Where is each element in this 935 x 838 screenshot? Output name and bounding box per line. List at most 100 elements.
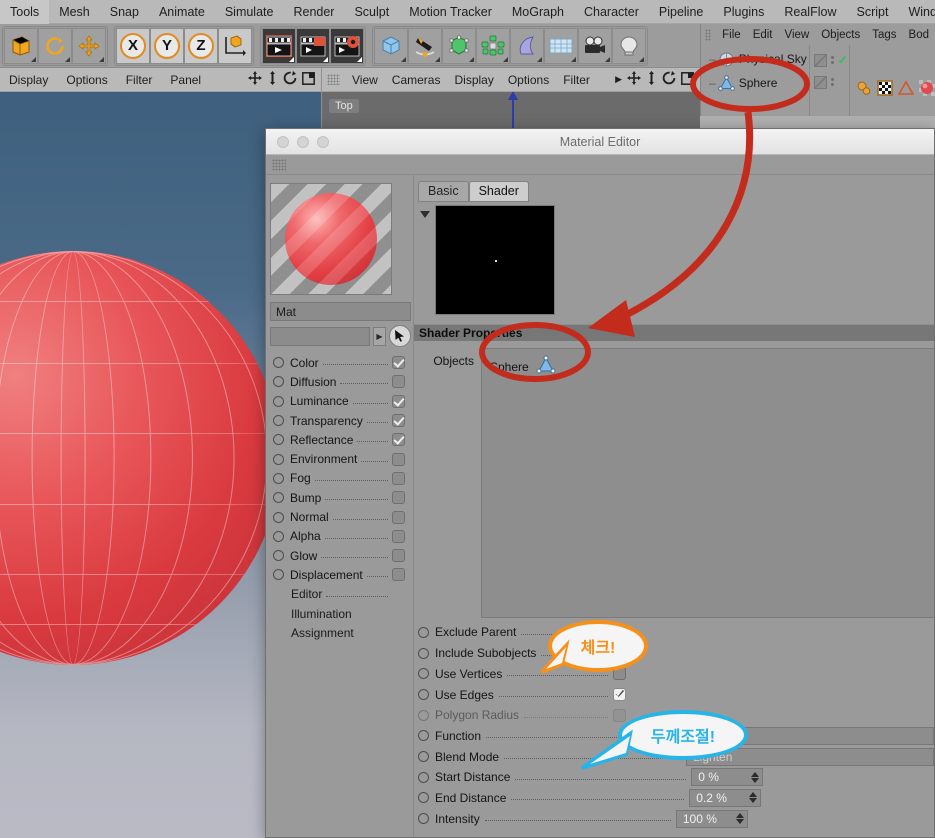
objmgr-menu-tags[interactable]: Tags [866, 29, 902, 41]
object-row-physical-sky[interactable]: – Physical Sky [701, 47, 809, 71]
channel-diffusion[interactable]: Diffusion [273, 372, 413, 391]
param-intensity[interactable]: Intensity 100 % [418, 808, 934, 829]
channel-transparency[interactable]: Transparency [273, 411, 413, 430]
param-include-subobjects[interactable]: Include Subobjects [418, 643, 934, 664]
deformer-icon[interactable] [476, 27, 510, 64]
zoom-view-icon[interactable] [646, 71, 657, 88]
menu-item-pipeline[interactable]: Pipeline [649, 0, 713, 24]
objects-entry-sphere[interactable]: Sphere [490, 355, 934, 378]
menu-item-snap[interactable]: Snap [100, 0, 149, 24]
menu-item-animate[interactable]: Animate [149, 0, 215, 24]
param-radio[interactable] [418, 751, 429, 763]
shader-preview[interactable] [435, 205, 555, 315]
objmgr-menu-objects[interactable]: Objects [815, 29, 866, 41]
intensity-stepper[interactable] [735, 813, 747, 825]
channel-normal[interactable]: Normal [273, 507, 413, 526]
render-view-icon[interactable] [262, 27, 296, 64]
channel-radio[interactable] [273, 453, 284, 465]
channel-displacement[interactable]: Displacement [273, 565, 413, 584]
param-use-edges[interactable]: Use Edges [418, 684, 934, 705]
axis-y-button[interactable]: Y [150, 27, 184, 64]
material-name-field[interactable]: Mat [270, 302, 411, 321]
visibility-cell-row1[interactable]: ✓ [810, 49, 849, 71]
menu-item-mograph[interactable]: MoGraph [502, 0, 574, 24]
cube-primitive-icon[interactable] [374, 27, 408, 64]
world-object-axis-icon[interactable] [218, 27, 252, 64]
material-preview[interactable] [270, 183, 392, 295]
texture-tag-icon[interactable] [877, 80, 893, 101]
rotate-view-icon[interactable] [283, 71, 297, 88]
vp-left-menu-options[interactable]: Options [57, 73, 116, 87]
objects-dropzone[interactable]: Sphere [481, 348, 934, 618]
channel-radio[interactable] [273, 357, 284, 369]
zoom-view-icon[interactable] [267, 71, 278, 88]
pan-view-icon[interactable] [248, 71, 262, 88]
layer-swatch-icon[interactable] [813, 53, 827, 67]
collapse-triangle-icon[interactable] [420, 211, 430, 218]
channel-radio[interactable] [273, 550, 284, 562]
param-radio[interactable] [418, 771, 429, 783]
param-radio[interactable] [418, 689, 429, 701]
channel-editor[interactable]: Editor [273, 585, 413, 604]
rotate-view-icon[interactable] [662, 71, 676, 88]
param-radio[interactable] [418, 730, 429, 742]
generator-icon[interactable] [442, 27, 476, 64]
channel-checkbox[interactable] [392, 452, 405, 466]
objmgr-menu-view[interactable]: View [779, 29, 816, 41]
param-checkbox[interactable] [613, 688, 626, 702]
bend-object-icon[interactable] [510, 27, 544, 64]
maximize-view-icon[interactable] [681, 71, 694, 88]
objmgr-menu-bodies[interactable]: Bod [903, 29, 935, 41]
param-radio[interactable] [418, 647, 429, 659]
floor-environment-icon[interactable] [544, 27, 578, 64]
menu-item-plugins[interactable]: Plugins [713, 0, 774, 24]
menu-item-tools[interactable]: Tools [0, 0, 50, 24]
param-use-vertices[interactable]: Use Vertices [418, 664, 934, 685]
tab-basic[interactable]: Basic [418, 181, 469, 202]
menu-item-motion-tracker[interactable]: Motion Tracker [399, 0, 502, 24]
channel-radio[interactable] [273, 569, 284, 581]
vp-right-menu-filter[interactable]: Filter [556, 73, 597, 87]
param-start-distance[interactable]: Start Distance 0 % [418, 767, 934, 788]
menu-item-mesh[interactable]: Mesh [49, 0, 100, 24]
param-radio[interactable] [418, 792, 429, 804]
channel-radio[interactable] [273, 511, 284, 523]
tab-shader[interactable]: Shader [468, 181, 529, 202]
material-path-field[interactable] [270, 326, 370, 346]
vp-right-menu-display[interactable]: Display [447, 73, 500, 87]
channel-bump[interactable]: Bump [273, 488, 413, 507]
menu-item-character[interactable]: Character [574, 0, 649, 24]
channel-alpha[interactable]: Alpha [273, 527, 413, 546]
channel-checkbox[interactable] [392, 491, 405, 505]
panel-grip-icon[interactable] [705, 28, 712, 41]
axis-x-button[interactable]: X [116, 27, 150, 64]
chevron-right-icon[interactable]: ▶ [373, 326, 386, 346]
channel-checkbox[interactable] [392, 471, 405, 485]
menu-item-simulate[interactable]: Simulate [215, 0, 284, 24]
channel-checkbox[interactable] [392, 510, 405, 524]
channel-radio[interactable] [273, 492, 284, 504]
panel-grip-icon[interactable] [327, 74, 340, 85]
spline-pen-icon[interactable] [408, 27, 442, 64]
param-end-distance[interactable]: End Distance 0.2 % [418, 788, 934, 809]
viewport-name-badge[interactable]: Top [329, 99, 359, 113]
channel-checkbox[interactable] [392, 375, 405, 389]
object-row-sphere[interactable]: – Sphere [701, 71, 809, 95]
end-distance-stepper[interactable] [749, 792, 760, 804]
visibility-dots-icon[interactable] [830, 56, 834, 64]
channel-color[interactable]: Color [273, 353, 413, 372]
channel-illumination[interactable]: Illumination [273, 604, 413, 623]
menu-item-sculpt[interactable]: Sculpt [344, 0, 399, 24]
channel-checkbox[interactable] [392, 549, 405, 563]
panel-grip-icon[interactable] [272, 158, 286, 171]
channel-radio[interactable] [273, 415, 284, 427]
channel-checkbox[interactable] [392, 394, 405, 408]
channel-radio[interactable] [273, 530, 284, 542]
render-region-icon[interactable] [296, 27, 330, 64]
maximize-view-icon[interactable] [302, 71, 315, 88]
vp-left-menu-panel[interactable]: Panel [161, 73, 210, 87]
menu-item-script[interactable]: Script [846, 0, 898, 24]
channel-environment[interactable]: Environment [273, 449, 413, 468]
channel-checkbox[interactable] [392, 568, 405, 582]
param-radio[interactable] [418, 813, 429, 825]
